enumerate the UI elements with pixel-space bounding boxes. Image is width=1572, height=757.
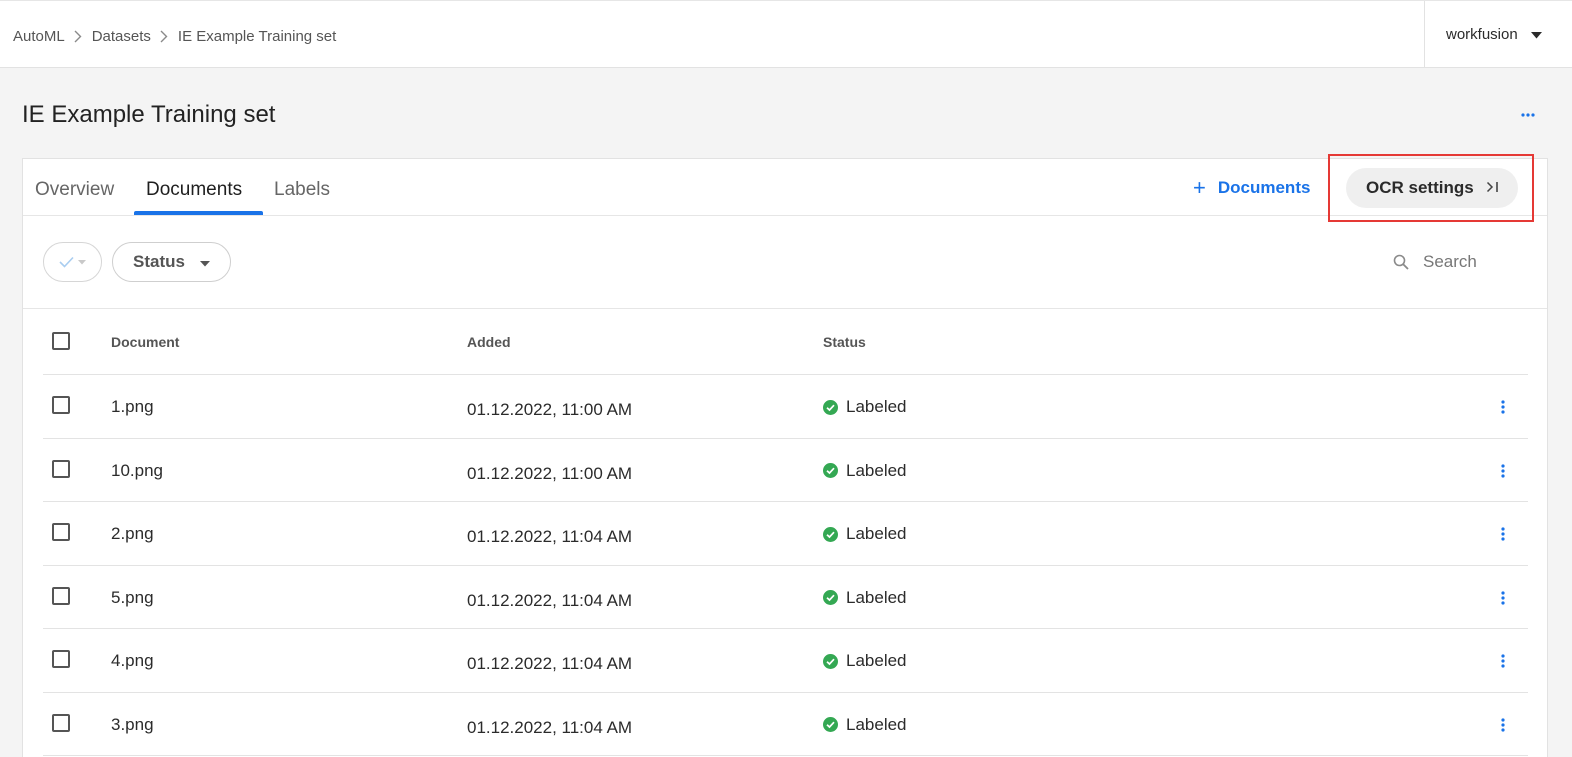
documents-table: Document Added Status 1.png 01.12.2022, … — [43, 309, 1528, 756]
row-checkbox[interactable] — [52, 650, 70, 668]
account-menu[interactable]: workfusion — [1424, 1, 1572, 68]
more-vertical-icon[interactable] — [1497, 653, 1509, 669]
tab-labels[interactable]: Labels — [274, 179, 330, 201]
check-circle-icon — [823, 653, 838, 669]
breadcrumb-current: IE Example Training set — [177, 28, 337, 45]
check-icon — [59, 256, 74, 268]
table-row[interactable]: 5.png 01.12.2022, 11:04 AM Labeled — [43, 566, 1528, 629]
document-name[interactable]: 1.png — [111, 397, 154, 417]
added-date: 01.12.2022, 11:04 AM — [467, 654, 633, 673]
row-checkbox[interactable] — [52, 459, 70, 478]
column-header-status[interactable]: Status — [823, 334, 866, 350]
more-vertical-icon[interactable] — [1497, 463, 1509, 479]
status-label: Labeled — [846, 460, 907, 480]
added-date: 01.12.2022, 11:04 AM — [467, 527, 633, 546]
added-date: 01.12.2022, 11:04 AM — [467, 590, 633, 610]
add-documents-button[interactable]: + Documents — [1193, 177, 1310, 199]
row-checkbox[interactable] — [52, 713, 70, 732]
check-circle-icon — [823, 399, 838, 415]
caret-down-icon — [1530, 26, 1542, 43]
search-icon — [1393, 254, 1409, 270]
document-name[interactable]: 2.png — [111, 524, 154, 544]
tab-documents[interactable]: Documents — [146, 179, 242, 201]
check-circle-icon — [823, 590, 838, 605]
documents-card: Overview Documents Labels + Documents OC… — [22, 154, 1548, 757]
document-name[interactable]: 10.png — [111, 461, 163, 481]
table-row[interactable]: 10.png 01.12.2022, 11:00 AM Labeled — [43, 439, 1528, 502]
check-circle-icon — [823, 463, 838, 478]
filter-bar: Status Search — [23, 216, 1547, 309]
table-row[interactable]: 3.png 01.12.2022, 11:04 AM Labeled — [43, 693, 1528, 756]
caret-down-icon — [78, 259, 86, 264]
row-checkbox[interactable] — [52, 396, 70, 414]
page-title: IE Example Training set — [22, 101, 276, 128]
top-bar: AutoML Datasets IE Example Training set … — [0, 0, 1572, 68]
status-label: Labeled — [846, 524, 907, 543]
status-cell: Labeled — [823, 588, 907, 608]
ocr-settings-label: OCR settings — [1366, 178, 1474, 197]
status-cell: Labeled — [823, 397, 907, 417]
select-all-checkbox[interactable] — [52, 332, 70, 350]
chevron-right-icon — [74, 30, 82, 43]
table-header: Document Added Status — [43, 309, 1528, 375]
status-cell: Labeled — [823, 524, 907, 544]
breadcrumb: AutoML Datasets IE Example Training set — [13, 28, 336, 45]
table-row[interactable]: 1.png 01.12.2022, 11:00 AM Labeled — [43, 375, 1528, 439]
check-circle-icon — [823, 526, 838, 542]
more-vertical-icon[interactable] — [1497, 526, 1509, 542]
breadcrumb-datasets[interactable]: Datasets — [92, 28, 151, 45]
document-name[interactable]: 4.png — [111, 651, 154, 671]
collapse-right-icon — [1486, 180, 1500, 197]
table-row[interactable]: 4.png 01.12.2022, 11:04 AM Labeled — [43, 629, 1528, 693]
add-documents-label: Documents — [1217, 178, 1311, 197]
status-cell: Labeled — [823, 461, 907, 481]
search-field[interactable]: Search — [1393, 252, 1477, 272]
active-tab-indicator — [134, 211, 263, 215]
select-filter-button[interactable] — [43, 242, 102, 282]
ocr-settings-button[interactable]: OCR settings — [1346, 168, 1518, 208]
column-header-added[interactable]: Added — [467, 334, 511, 350]
status-cell: Labeled — [823, 715, 907, 735]
search-placeholder: Search — [1423, 252, 1477, 271]
more-vertical-icon[interactable] — [1497, 590, 1509, 606]
added-date: 01.12.2022, 11:00 AM — [467, 463, 633, 483]
tabs-bar: Overview Documents Labels + Documents OC… — [23, 154, 1547, 222]
chevron-right-icon — [160, 30, 168, 43]
more-vertical-icon[interactable] — [1497, 717, 1509, 733]
tab-overview[interactable]: Overview — [35, 179, 114, 201]
added-date: 01.12.2022, 11:00 AM — [467, 400, 633, 419]
more-horizontal-icon[interactable] — [1518, 108, 1538, 120]
more-vertical-icon[interactable] — [1497, 399, 1509, 415]
column-header-document[interactable]: Document — [111, 334, 179, 350]
table-row[interactable]: 2.png 01.12.2022, 11:04 AM Labeled — [43, 502, 1528, 566]
added-date: 01.12.2022, 11:04 AM — [467, 717, 633, 737]
document-name[interactable]: 3.png — [111, 715, 154, 735]
status-label: Labeled — [846, 587, 907, 607]
caret-down-icon — [199, 252, 210, 272]
status-label: Labeled — [846, 714, 907, 734]
row-checkbox[interactable] — [52, 523, 70, 541]
status-filter-button[interactable]: Status — [112, 242, 231, 282]
status-label: Labeled — [846, 651, 907, 670]
table-body: 1.png 01.12.2022, 11:00 AM Labeled 10.pn… — [43, 375, 1528, 756]
status-filter-label: Status — [133, 252, 185, 271]
row-checkbox[interactable] — [52, 586, 70, 605]
document-name[interactable]: 5.png — [111, 588, 154, 608]
status-label: Labeled — [846, 397, 907, 416]
breadcrumb-automl[interactable]: AutoML — [13, 28, 65, 45]
account-name: workfusion — [1446, 26, 1518, 43]
check-circle-icon — [823, 717, 838, 732]
status-cell: Labeled — [823, 651, 907, 671]
plus-icon: + — [1193, 175, 1206, 200]
